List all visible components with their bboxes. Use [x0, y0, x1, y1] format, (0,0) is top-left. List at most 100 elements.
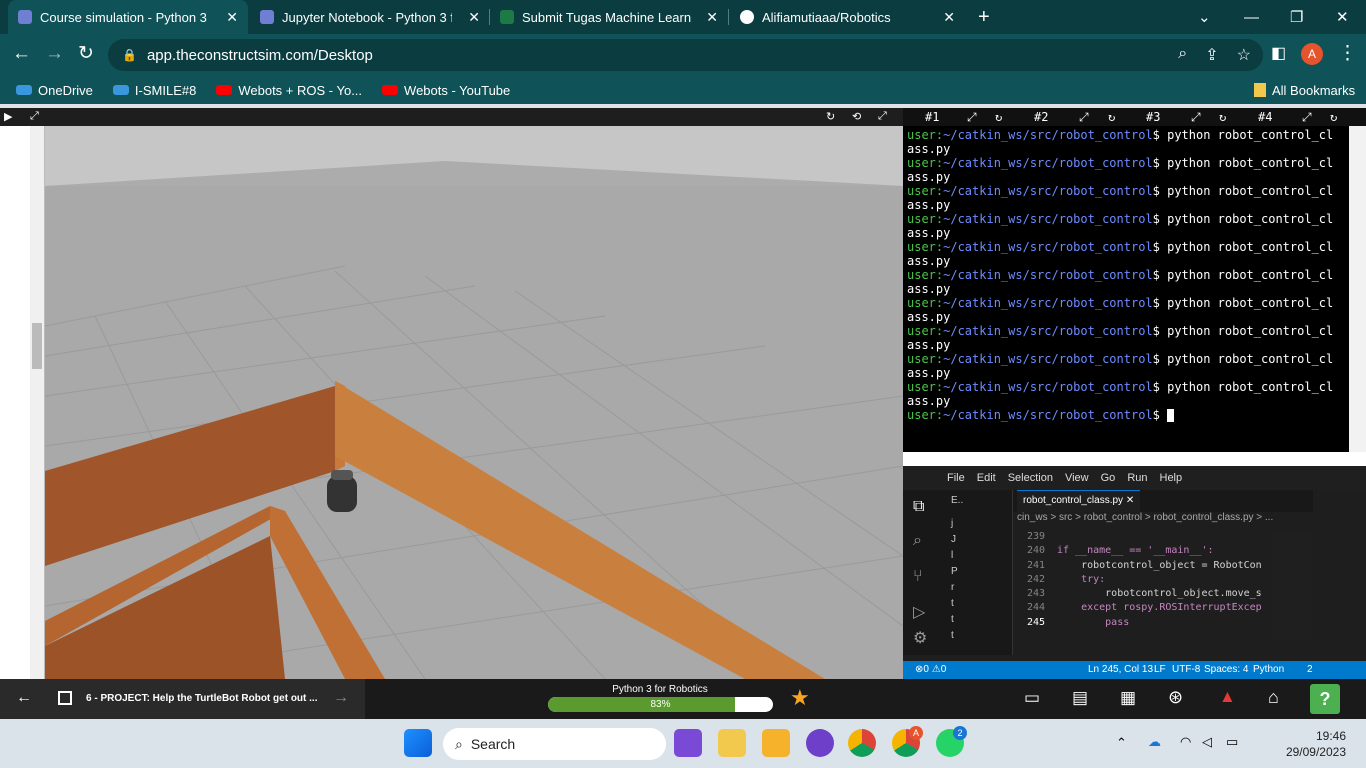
restore-button[interactable]: ❐: [1290, 0, 1303, 34]
menu-edit[interactable]: Edit: [977, 472, 996, 484]
clock-date[interactable]: 29/09/2023: [1270, 745, 1346, 759]
close-window-button[interactable]: ✕: [1336, 0, 1349, 34]
wifi-icon[interactable]: ◠: [1180, 734, 1191, 750]
cursor-position[interactable]: Ln 245, Col 13: [1088, 664, 1153, 675]
tab-search-icon[interactable]: ⌄: [1198, 0, 1211, 34]
notifications-indicator[interactable]: 2: [1307, 664, 1313, 675]
refresh-icon[interactable]: ⟲: [852, 110, 861, 123]
code-line[interactable]: 241 robotcontrol_object = RobotCon: [1013, 559, 1273, 573]
unit-title[interactable]: 6 - PROJECT: Help the TurtleBot Robot ge…: [86, 693, 317, 704]
play-icon[interactable]: ▶: [4, 110, 12, 123]
windows-start-icon[interactable]: [404, 729, 432, 757]
indent-indicator[interactable]: Spaces: 4: [1204, 664, 1248, 675]
close-tab-icon[interactable]: ✕: [226, 9, 238, 26]
bookmark-webots-ros[interactable]: Webots + ROS - Yo...: [216, 83, 362, 98]
site-info-icon[interactable]: 🔒: [122, 48, 137, 62]
star-icon[interactable]: ★: [790, 685, 810, 711]
github-desktop-icon[interactable]: [806, 729, 834, 757]
terminal-tab-3[interactable]: #3: [1146, 110, 1160, 124]
tray-chevron-icon[interactable]: ⌃: [1116, 735, 1127, 751]
menu-run[interactable]: Run: [1127, 472, 1147, 484]
taskbar-search[interactable]: ⌕ Search: [443, 728, 666, 760]
layout-icon[interactable]: ▦: [1120, 688, 1136, 708]
eol-indicator[interactable]: LF: [1154, 664, 1166, 675]
onedrive-tray-icon[interactable]: ☁: [1148, 734, 1161, 750]
file-item[interactable]: t: [951, 598, 954, 609]
code-line[interactable]: 243 robotcontrol_object.move_s: [1013, 587, 1273, 601]
settings-gear-icon[interactable]: ⚙: [913, 628, 927, 648]
reset-icon[interactable]: ↻: [826, 110, 835, 123]
minimap[interactable]: [1273, 530, 1313, 640]
copilot-icon[interactable]: [674, 729, 702, 757]
code-editor[interactable]: 239 240 if __name__ == '__main__': 241 robo…: [1013, 530, 1273, 655]
expand-icon[interactable]: ⤢: [30, 110, 39, 123]
terminal-scrollbar[interactable]: [1349, 126, 1366, 452]
breadcrumb[interactable]: cin_ws > src > robot_control > robot_con…: [1013, 512, 1313, 528]
menu-view[interactable]: View: [1065, 472, 1089, 484]
run-debug-icon[interactable]: ▷: [913, 602, 925, 622]
previous-unit-arrow-icon[interactable]: ←: [16, 689, 32, 707]
editor-tab[interactable]: robot_control_class.py ✕: [1017, 490, 1141, 512]
sticky-notes-icon[interactable]: [718, 729, 746, 757]
openai-icon[interactable]: ⊛: [1168, 687, 1183, 708]
file-item[interactable]: j: [951, 518, 953, 529]
warning-icon[interactable]: ▲: [1219, 687, 1236, 707]
bookmark-onedrive[interactable]: OneDrive: [16, 83, 93, 98]
volume-icon[interactable]: ◁: [1202, 734, 1212, 750]
new-tab-button[interactable]: +: [978, 0, 990, 34]
home-icon[interactable]: ⌂: [1268, 687, 1279, 708]
share-icon[interactable]: ⇪: [1205, 45, 1218, 65]
reset-icon[interactable]: ↻: [995, 110, 1002, 124]
menu-icon[interactable]: ⋮: [1338, 44, 1357, 64]
reload-button[interactable]: ↻: [78, 44, 94, 64]
profile-avatar[interactable]: A: [1301, 43, 1323, 65]
close-tab-icon[interactable]: ✕: [1126, 495, 1134, 506]
help-button[interactable]: ?: [1310, 684, 1340, 714]
forward-button[interactable]: →: [45, 44, 64, 64]
problems-indicator[interactable]: ⊗0 ⚠0: [915, 664, 946, 675]
menu-help[interactable]: Help: [1160, 472, 1183, 484]
desktop-icon[interactable]: ▭: [1024, 688, 1040, 708]
search-icon[interactable]: ⌕: [1178, 45, 1187, 65]
menu-selection[interactable]: Selection: [1008, 472, 1053, 484]
chrome-icon[interactable]: [848, 729, 876, 757]
search-icon[interactable]: ⌕: [913, 532, 922, 550]
bookmark-webots-youtube[interactable]: Webots - YouTube: [382, 83, 510, 98]
back-button[interactable]: ←: [12, 44, 31, 64]
reset-icon[interactable]: ↻: [1219, 110, 1226, 124]
menu-file[interactable]: File: [947, 472, 965, 484]
side-panel-icon[interactable]: ◧: [1271, 44, 1286, 64]
language-mode[interactable]: Python: [1253, 664, 1284, 675]
terminal-output[interactable]: user:~/catkin_ws/src/robot_control$ pyth…: [903, 126, 1349, 452]
terminal-tab-1[interactable]: #1: [925, 110, 939, 124]
minimize-button[interactable]: —: [1244, 0, 1259, 34]
terminal-tab-4[interactable]: #4: [1258, 110, 1272, 124]
expand-icon[interactable]: ⤢: [1302, 110, 1312, 125]
expand-icon[interactable]: ⤢: [1079, 110, 1089, 125]
code-line[interactable]: 242 try:: [1013, 573, 1273, 587]
fullscreen-icon[interactable]: ⤢: [878, 110, 887, 123]
menu-go[interactable]: Go: [1101, 472, 1116, 484]
source-control-icon[interactable]: ⑂: [913, 568, 923, 586]
browser-tab-course-simulation[interactable]: Course simulation - Python 3 for ✕: [8, 0, 248, 34]
file-item[interactable]: J: [951, 534, 956, 545]
explorer-icon[interactable]: ⧉: [913, 498, 924, 516]
bookmark-star-icon[interactable]: ☆: [1237, 45, 1251, 65]
file-item[interactable]: t: [951, 630, 954, 641]
reset-icon[interactable]: ↻: [1330, 110, 1337, 124]
bookmark-ismile[interactable]: I-SMILE#8: [112, 83, 196, 98]
address-bar[interactable]: 🔒 app.theconstructsim.com/Desktop ⌕ ⇪ ☆: [108, 39, 1263, 71]
file-item[interactable]: l: [951, 550, 953, 561]
code-line[interactable]: 239: [1013, 530, 1273, 544]
book-icon[interactable]: ▤: [1072, 688, 1088, 708]
close-tab-icon[interactable]: ✕: [943, 9, 955, 26]
code-line[interactable]: 245 pass: [1013, 616, 1273, 630]
code-line[interactable]: 244 except rospy.ROSInterruptExcep: [1013, 601, 1273, 615]
close-tab-icon[interactable]: ✕: [468, 9, 480, 26]
battery-icon[interactable]: ▭: [1226, 734, 1238, 750]
close-tab-icon[interactable]: ✕: [706, 9, 718, 26]
code-line[interactable]: 240 if __name__ == '__main__':: [1013, 544, 1273, 558]
expand-icon[interactable]: ⤢: [967, 110, 977, 125]
browser-tab-submit-tugas[interactable]: Submit Tugas Machine Learning ✕: [490, 0, 728, 34]
all-bookmarks[interactable]: All Bookmarks: [1254, 83, 1355, 98]
